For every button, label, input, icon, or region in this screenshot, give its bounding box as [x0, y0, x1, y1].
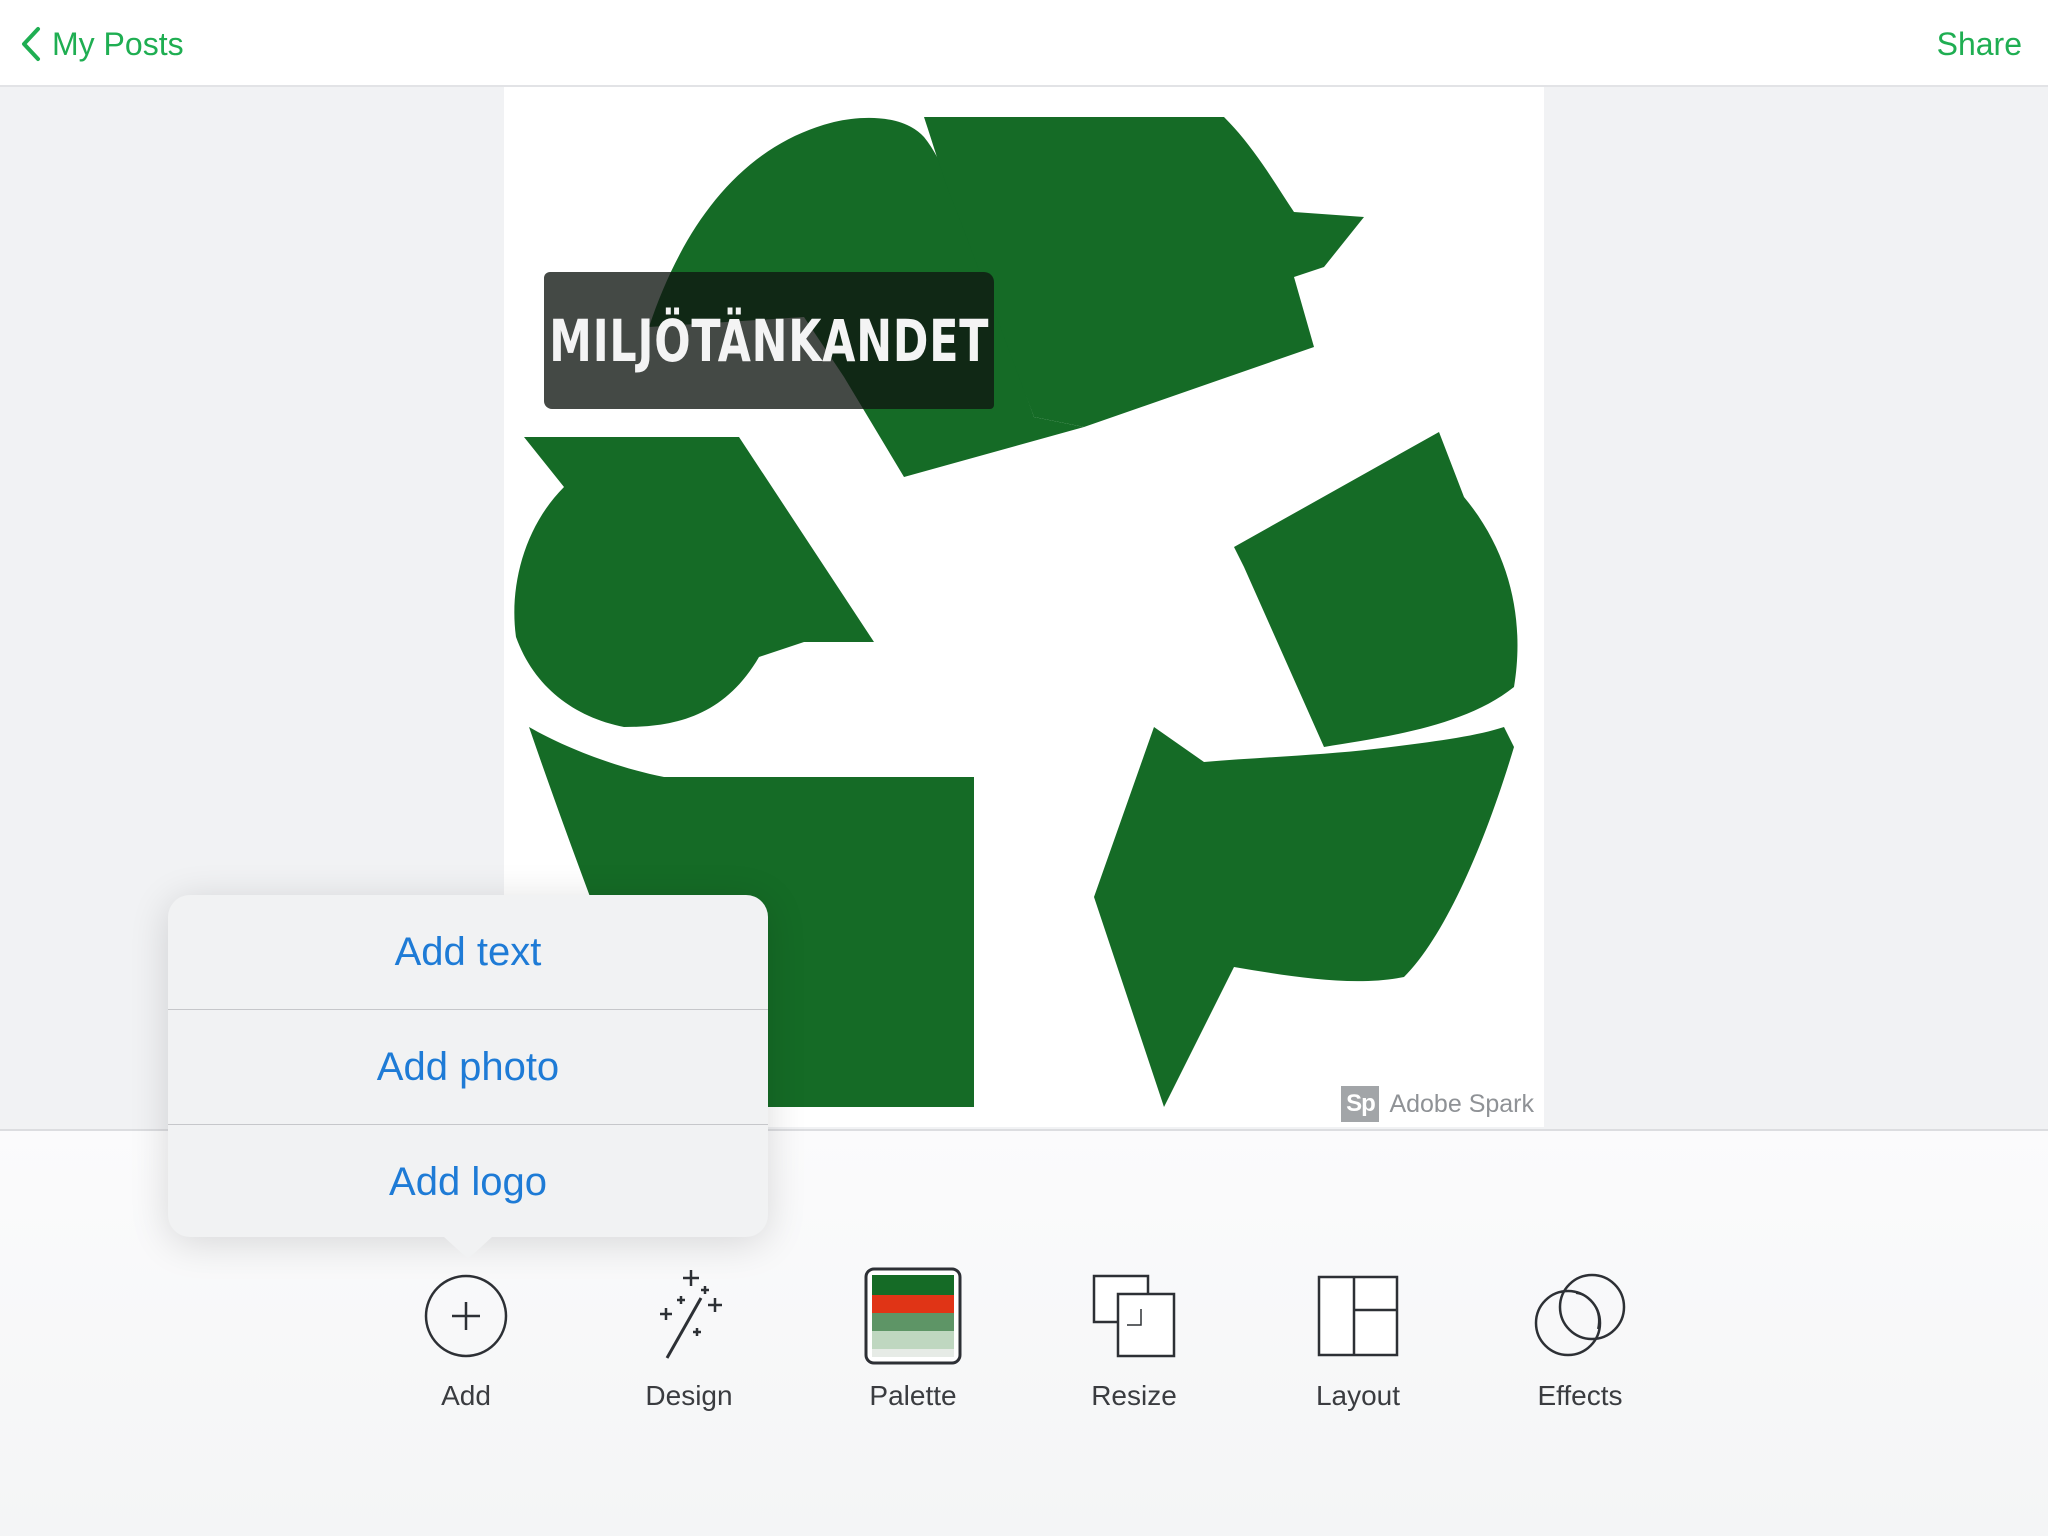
- title-text[interactable]: MILJÖTÄNKANDET: [549, 307, 989, 375]
- back-button-label: My Posts: [52, 25, 184, 62]
- add-text-option[interactable]: Add text: [168, 895, 768, 1009]
- resize-tool-button[interactable]: Resize: [1044, 1266, 1224, 1416]
- watermark-text: Adobe Spark: [1389, 1089, 1534, 1118]
- chevron-left-icon: [22, 27, 40, 61]
- add-tool-label: Add: [441, 1380, 491, 1411]
- palette-tool-button[interactable]: Palette: [823, 1266, 1003, 1416]
- effects-icon: [1534, 1273, 1626, 1357]
- top-nav-bar: My Posts Share: [0, 0, 2048, 87]
- effects-tool-button[interactable]: Effects: [1490, 1266, 1670, 1416]
- add-tool-button[interactable]: Add: [376, 1266, 556, 1416]
- add-photo-option[interactable]: Add photo: [168, 1010, 768, 1124]
- layout-tool-button[interactable]: Layout: [1268, 1266, 1448, 1416]
- layout-tool-label: Layout: [1315, 1380, 1401, 1411]
- title-text-block[interactable]: MILJÖTÄNKANDET: [544, 272, 994, 409]
- share-button[interactable]: Share: [1937, 22, 2022, 66]
- add-logo-option[interactable]: Add logo: [168, 1125, 768, 1239]
- design-tool-button[interactable]: Design: [599, 1266, 779, 1416]
- back-button[interactable]: My Posts: [20, 22, 184, 66]
- resize-icon: [1092, 1274, 1176, 1358]
- resize-tool-label: Resize: [1091, 1380, 1177, 1411]
- layout-icon: [1317, 1275, 1399, 1357]
- design-tool-label: Design: [645, 1380, 733, 1411]
- palette-tool-label: Palette: [869, 1380, 957, 1411]
- effects-tool-label: Effects: [1537, 1380, 1623, 1411]
- add-popover-menu: Add text Add photo Add logo: [168, 895, 768, 1259]
- palette-icon: [864, 1267, 962, 1365]
- popover-arrow: [444, 1237, 492, 1259]
- adobe-spark-watermark: Sp Adobe Spark: [1341, 1085, 1534, 1123]
- plus-circle-icon: [424, 1274, 508, 1358]
- magic-wand-icon: [660, 1270, 722, 1359]
- spark-logo-icon: Sp: [1341, 1086, 1380, 1122]
